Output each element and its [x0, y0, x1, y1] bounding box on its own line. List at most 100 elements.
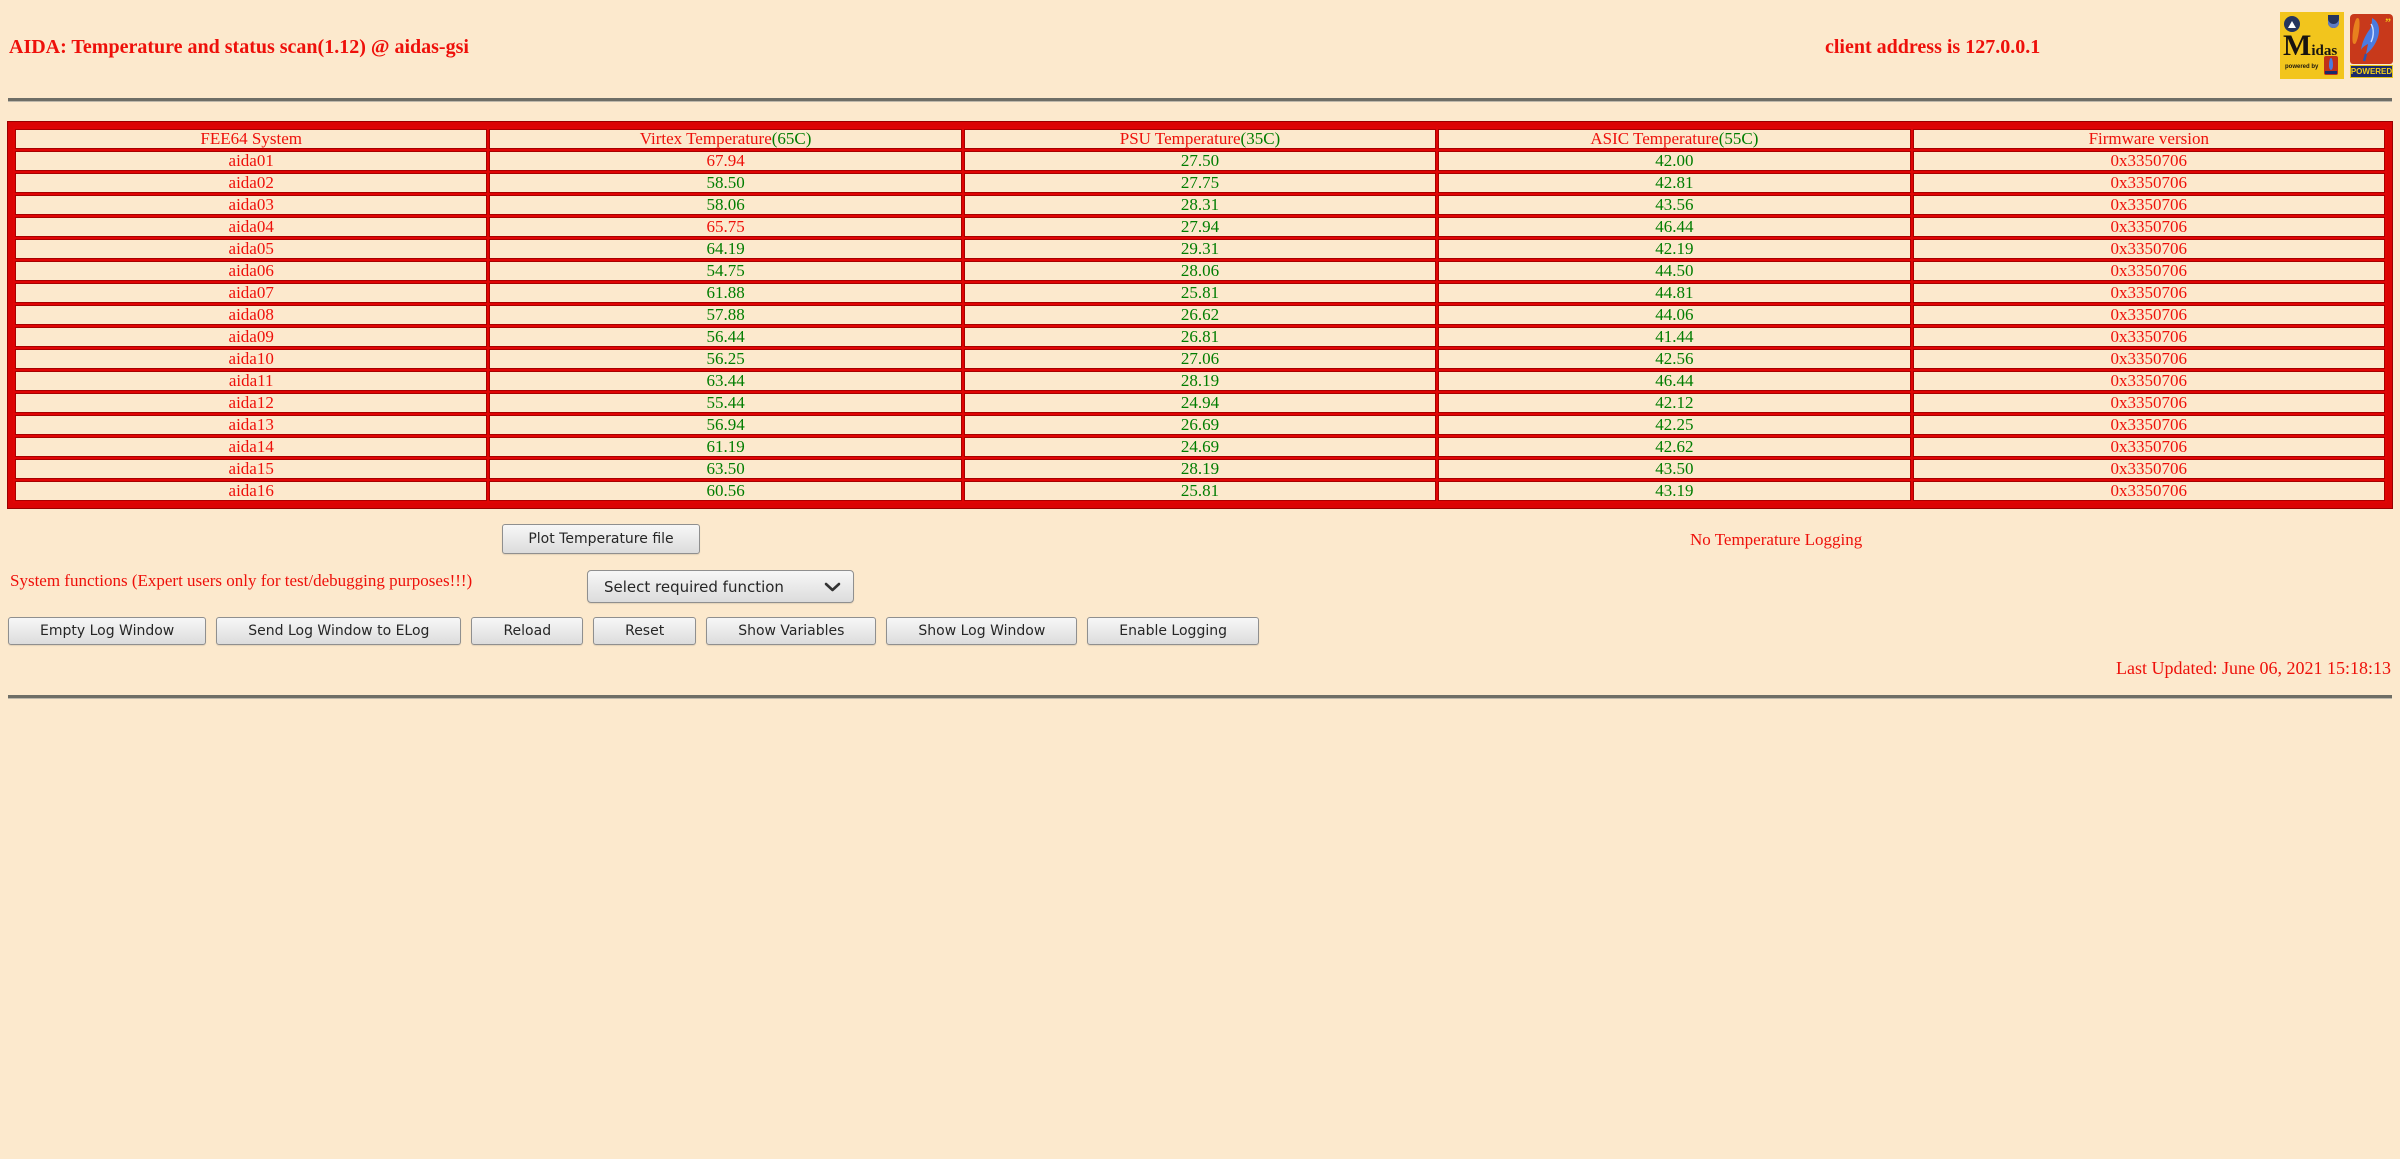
midas-logo[interactable]: Midas powered by	[2280, 12, 2344, 79]
show-variables-button[interactable]: Show Variables	[706, 617, 877, 645]
cell-psu-temperature: 28.06	[963, 261, 1437, 281]
cell-firmware-version: 0x3350706	[1912, 459, 2385, 479]
cell-asic-temperature: 44.06	[1438, 305, 1911, 325]
cell-asic-temperature: 43.56	[1438, 195, 1911, 215]
table-row: aida10 56.25 27.06 42.56 0x3350706	[15, 349, 2385, 369]
cell-psu-temperature: 29.31	[963, 239, 1437, 259]
table-row: aida01 67.94 27.50 42.00 0x3350706	[15, 151, 2385, 171]
cell-fee64-system: aida05	[15, 239, 488, 259]
temperature-table: FEE64 System Virtex Temperature(65C) PSU…	[7, 121, 2393, 509]
cell-psu-temperature: 25.81	[963, 481, 1437, 501]
cell-firmware-version: 0x3350706	[1912, 305, 2385, 325]
cell-fee64-system: aida09	[15, 327, 488, 347]
cell-asic-temperature: 42.62	[1438, 437, 1911, 457]
cell-virtex-temperature: 64.19	[489, 239, 962, 259]
cell-virtex-temperature: 60.56	[489, 481, 962, 501]
table-row: aida14 61.19 24.69 42.62 0x3350706	[15, 437, 2385, 457]
table-header-row: FEE64 System Virtex Temperature(65C) PSU…	[15, 129, 2385, 149]
system-function-select-value: Select required function	[604, 577, 784, 596]
cell-psu-temperature: 25.81	[963, 283, 1437, 303]
cell-virtex-temperature: 56.94	[489, 415, 962, 435]
cell-fee64-system: aida08	[15, 305, 488, 325]
cell-fee64-system: aida10	[15, 349, 488, 369]
midas-shield-icon	[2328, 15, 2339, 28]
cell-virtex-temperature: 54.75	[489, 261, 962, 281]
cell-psu-temperature: 28.19	[963, 371, 1437, 391]
client-address-text: client address is 127.0.0.1	[1825, 36, 2041, 58]
last-updated-text: Last Updated: June 06, 2021 15:18:13	[2116, 658, 2391, 678]
cell-asic-temperature: 46.44	[1438, 217, 1911, 237]
show-log-window-button[interactable]: Show Log Window	[886, 617, 1078, 645]
cell-asic-temperature: 42.19	[1438, 239, 1911, 259]
temperature-logging-status: No Temperature Logging	[1690, 530, 1863, 549]
tcl-quote-mark: ”	[2385, 15, 2391, 29]
cell-psu-temperature: 24.94	[963, 393, 1437, 413]
chevron-down-icon	[824, 582, 841, 592]
tcl-powered-logo[interactable]: ” TCL POWERED	[2350, 14, 2393, 78]
cell-asic-temperature: 42.56	[1438, 349, 1911, 369]
cell-fee64-system: aida04	[15, 217, 488, 237]
cell-psu-temperature: 27.50	[963, 151, 1437, 171]
enable-logging-button[interactable]: Enable Logging	[1087, 617, 1259, 645]
table-row: aida13 56.94 26.69 42.25 0x3350706	[15, 415, 2385, 435]
table-row: aida06 54.75 28.06 44.50 0x3350706	[15, 261, 2385, 281]
cell-virtex-temperature: 57.88	[489, 305, 962, 325]
table-row: aida05 64.19 29.31 42.19 0x3350706	[15, 239, 2385, 259]
col-header-virtex: Virtex Temperature(65C)	[489, 129, 962, 149]
col-header-firmware: Firmware version	[1912, 129, 2385, 149]
reset-button[interactable]: Reset	[593, 617, 697, 645]
cell-firmware-version: 0x3350706	[1912, 371, 2385, 391]
cell-virtex-temperature: 67.94	[489, 151, 962, 171]
table-row: aida16 60.56 25.81 43.19 0x3350706	[15, 481, 2385, 501]
table-row: aida08 57.88 26.62 44.06 0x3350706	[15, 305, 2385, 325]
empty-log-window-button[interactable]: Empty Log Window	[8, 617, 207, 645]
table-row: aida15 63.50 28.19 43.50 0x3350706	[15, 459, 2385, 479]
cell-virtex-temperature: 56.25	[489, 349, 962, 369]
cell-firmware-version: 0x3350706	[1912, 349, 2385, 369]
cell-fee64-system: aida14	[15, 437, 488, 457]
cell-firmware-version: 0x3350706	[1912, 415, 2385, 435]
cell-firmware-version: 0x3350706	[1912, 327, 2385, 347]
cell-psu-temperature: 27.75	[963, 173, 1437, 193]
page-title: AIDA: Temperature and status scan(1.12) …	[9, 36, 469, 58]
footer-divider	[8, 695, 2392, 699]
table-row: aida12 55.44 24.94 42.12 0x3350706	[15, 393, 2385, 413]
cell-psu-temperature: 28.19	[963, 459, 1437, 479]
send-log-window-to-elog-button[interactable]: Send Log Window to ELog	[216, 617, 462, 645]
cell-firmware-version: 0x3350706	[1912, 481, 2385, 501]
midas-powered-by-text: powered by	[2285, 64, 2319, 70]
cell-virtex-temperature: 55.44	[489, 393, 962, 413]
cell-firmware-version: 0x3350706	[1912, 151, 2385, 171]
system-function-select[interactable]: Select required function	[587, 570, 854, 603]
temperature-table-body: aida01 67.94 27.50 42.00 0x3350706 aida02 58.5…	[15, 151, 2385, 501]
aida-status-page: { "header": { "title": "AIDA: Temperatur…	[0, 0, 2400, 1159]
plot-temperature-file-button[interactable]: Plot Temperature file	[502, 524, 700, 554]
tcl-card: ”	[2350, 14, 2393, 64]
cell-virtex-temperature: 56.44	[489, 327, 962, 347]
reload-button[interactable]: Reload	[471, 617, 584, 645]
cell-fee64-system: aida01	[15, 151, 488, 171]
cell-fee64-system: aida15	[15, 459, 488, 479]
cell-fee64-system: aida12	[15, 393, 488, 413]
cell-psu-temperature: 28.31	[963, 195, 1437, 215]
table-row: aida11 63.44 28.19 46.44 0x3350706	[15, 371, 2385, 391]
cell-firmware-version: 0x3350706	[1912, 283, 2385, 303]
cell-firmware-version: 0x3350706	[1912, 217, 2385, 237]
cell-virtex-temperature: 63.50	[489, 459, 962, 479]
cell-asic-temperature: 44.81	[1438, 283, 1911, 303]
cell-virtex-temperature: 63.44	[489, 371, 962, 391]
cell-firmware-version: 0x3350706	[1912, 195, 2385, 215]
col-header-fee64: FEE64 System	[15, 129, 488, 149]
col-header-psu: PSU Temperature(35C)	[963, 129, 1437, 149]
cell-fee64-system: aida03	[15, 195, 488, 215]
cell-psu-temperature: 26.69	[963, 415, 1437, 435]
mini-tcl-icon	[2324, 56, 2338, 75]
table-row: aida02 58.50 27.75 42.81 0x3350706	[15, 173, 2385, 193]
cell-fee64-system: aida06	[15, 261, 488, 281]
cell-fee64-system: aida16	[15, 481, 488, 501]
table-row: aida03 58.06 28.31 43.56 0x3350706	[15, 195, 2385, 215]
cell-virtex-temperature: 58.06	[489, 195, 962, 215]
cell-asic-temperature: 42.81	[1438, 173, 1911, 193]
table-row: aida09 56.44 26.81 41.44 0x3350706	[15, 327, 2385, 347]
cell-virtex-temperature: 61.19	[489, 437, 962, 457]
